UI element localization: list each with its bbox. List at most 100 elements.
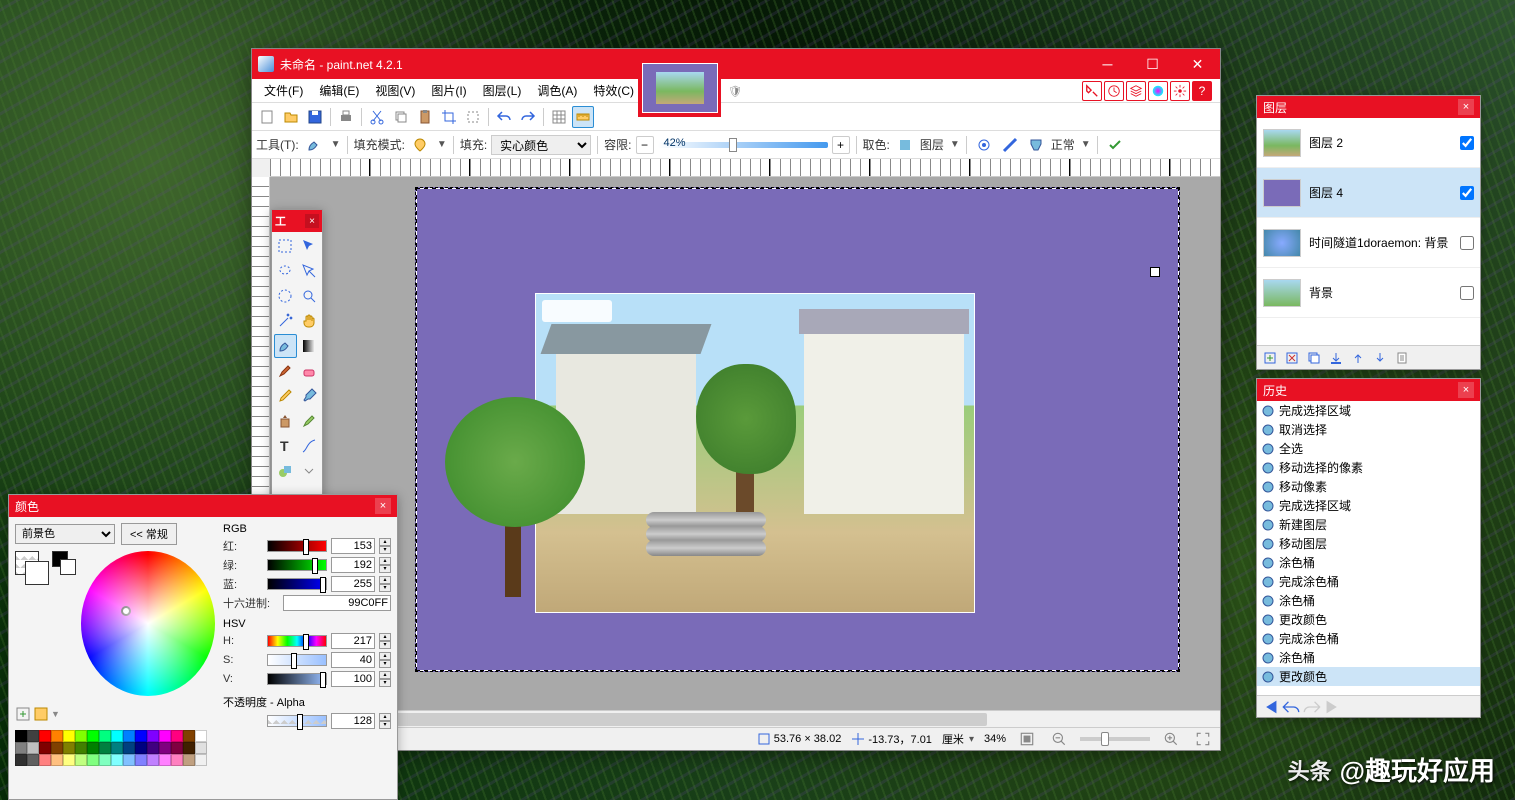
- palette-swatch[interactable]: [183, 730, 195, 742]
- palette-swatch[interactable]: [111, 754, 123, 766]
- palette-swatch[interactable]: [39, 730, 51, 742]
- history-row[interactable]: 完成选择区域: [1257, 401, 1480, 420]
- undo-icon[interactable]: [493, 106, 515, 128]
- history-row[interactable]: 涂色桶: [1257, 553, 1480, 572]
- zoom-in-icon[interactable]: [1160, 728, 1182, 750]
- colors-titlebar[interactable]: 颜色×: [9, 495, 397, 517]
- color-palette[interactable]: [15, 730, 215, 766]
- layer-visibility-checkbox[interactable]: [1460, 136, 1474, 150]
- palette-swatch[interactable]: [39, 742, 51, 754]
- layer-row[interactable]: 图层 2: [1257, 118, 1480, 168]
- shape-tool[interactable]: [274, 459, 297, 483]
- delete-layer-icon[interactable]: [1282, 348, 1302, 368]
- shape-dropdown[interactable]: [298, 459, 321, 483]
- layers-titlebar[interactable]: 图层×: [1257, 96, 1480, 118]
- palette-swatch[interactable]: [99, 754, 111, 766]
- add-layer-icon[interactable]: [1260, 348, 1280, 368]
- open-file-icon[interactable]: [280, 106, 302, 128]
- default-swatch[interactable]: [52, 551, 76, 577]
- palette-swatch[interactable]: [171, 742, 183, 754]
- palette-swatch[interactable]: [147, 742, 159, 754]
- fit-window-icon[interactable]: [1016, 728, 1038, 750]
- undo-step-icon[interactable]: [1282, 698, 1300, 716]
- palette-swatch[interactable]: [15, 730, 27, 742]
- tools-toggle-icon[interactable]: [1082, 81, 1102, 101]
- move-tool[interactable]: [298, 234, 321, 258]
- history-toggle-icon[interactable]: [1104, 81, 1124, 101]
- ellipse-select-tool[interactable]: [274, 284, 297, 308]
- val-slider[interactable]: [267, 673, 327, 685]
- palette-swatch[interactable]: [135, 742, 147, 754]
- hue-input[interactable]: [331, 633, 375, 649]
- move-down-icon[interactable]: [1370, 348, 1390, 368]
- palette-swatch[interactable]: [15, 742, 27, 754]
- menu-file[interactable]: 文件(F): [256, 79, 311, 102]
- layer-row[interactable]: 图层 4: [1257, 168, 1480, 218]
- layers-toggle-icon[interactable]: [1126, 81, 1146, 101]
- menu-layers[interactable]: 图层(L): [475, 79, 530, 102]
- palette-swatch[interactable]: [63, 754, 75, 766]
- palette-swatch[interactable]: [111, 730, 123, 742]
- green-slider[interactable]: [267, 559, 327, 571]
- help-icon[interactable]: ?: [1192, 81, 1212, 101]
- red-input[interactable]: [331, 538, 375, 554]
- palette-swatch[interactable]: [111, 742, 123, 754]
- zoom-tool[interactable]: [298, 284, 321, 308]
- palette-swatch[interactable]: [75, 730, 87, 742]
- palette-swatch[interactable]: [171, 730, 183, 742]
- copy-icon[interactable]: [390, 106, 412, 128]
- palette-swatch[interactable]: [75, 742, 87, 754]
- alpha-input[interactable]: [331, 713, 375, 729]
- titlebar[interactable]: 未命名 - paint.net 4.2.1 ─ ☐ ✕: [252, 49, 1220, 79]
- palette-swatch[interactable]: [159, 730, 171, 742]
- pan-tool[interactable]: [298, 309, 321, 333]
- palette-swatch[interactable]: [27, 742, 39, 754]
- colors-toggle-icon[interactable]: [1148, 81, 1168, 101]
- print-icon[interactable]: [335, 106, 357, 128]
- history-row[interactable]: 移动像素: [1257, 477, 1480, 496]
- palette-swatch[interactable]: [75, 754, 87, 766]
- fullscreen-icon[interactable]: [1192, 728, 1214, 750]
- palette-swatch[interactable]: [135, 730, 147, 742]
- layer-visibility-checkbox[interactable]: [1460, 236, 1474, 250]
- history-row[interactable]: 涂色桶: [1257, 591, 1480, 610]
- text-tool[interactable]: T: [274, 434, 297, 458]
- add-color-icon[interactable]: [15, 706, 31, 722]
- blue-slider[interactable]: [267, 578, 327, 590]
- settings-icon[interactable]: [1170, 81, 1190, 101]
- layer-properties-icon[interactable]: [1392, 348, 1412, 368]
- sat-slider[interactable]: [267, 654, 327, 666]
- tools-close-icon[interactable]: ×: [305, 214, 319, 228]
- primary-secondary-swatch[interactable]: [15, 551, 48, 587]
- gradient-tool[interactable]: [298, 334, 321, 358]
- menu-image[interactable]: 图片(I): [423, 79, 474, 102]
- menu-view[interactable]: 视图(V): [367, 79, 423, 102]
- zoom-slider[interactable]: [1080, 737, 1150, 741]
- palette-swatch[interactable]: [123, 730, 135, 742]
- palette-swatch[interactable]: [27, 730, 39, 742]
- canvas[interactable]: [415, 187, 1180, 672]
- deselect-icon[interactable]: [462, 106, 484, 128]
- history-row[interactable]: 移动图层: [1257, 534, 1480, 553]
- layer-visibility-checkbox[interactable]: [1460, 186, 1474, 200]
- palette-swatch[interactable]: [99, 742, 111, 754]
- maximize-button[interactable]: ☐: [1130, 49, 1175, 79]
- colors-close-icon[interactable]: ×: [375, 498, 391, 514]
- tool-dropdown-icon[interactable]: ▼: [331, 139, 341, 150]
- palette-swatch[interactable]: [123, 742, 135, 754]
- history-row[interactable]: 完成涂色桶: [1257, 572, 1480, 591]
- tools-titlebar[interactable]: 工×: [272, 210, 322, 232]
- palette-swatch[interactable]: [15, 754, 27, 766]
- history-titlebar[interactable]: 历史×: [1257, 379, 1480, 401]
- move-selection-tool[interactable]: [298, 259, 321, 283]
- layer-visibility-checkbox[interactable]: [1460, 286, 1474, 300]
- line-tool[interactable]: [298, 434, 321, 458]
- more-less-button[interactable]: << 常规: [121, 523, 177, 545]
- layer-row[interactable]: 背景: [1257, 268, 1480, 318]
- layer-row[interactable]: 时间隧道1doraemon: 背景: [1257, 218, 1480, 268]
- eraser-tool[interactable]: [298, 359, 321, 383]
- layers-close-icon[interactable]: ×: [1458, 99, 1474, 115]
- history-row[interactable]: 完成涂色桶: [1257, 629, 1480, 648]
- grid-icon[interactable]: [548, 106, 570, 128]
- finalize-icon[interactable]: [1104, 134, 1126, 156]
